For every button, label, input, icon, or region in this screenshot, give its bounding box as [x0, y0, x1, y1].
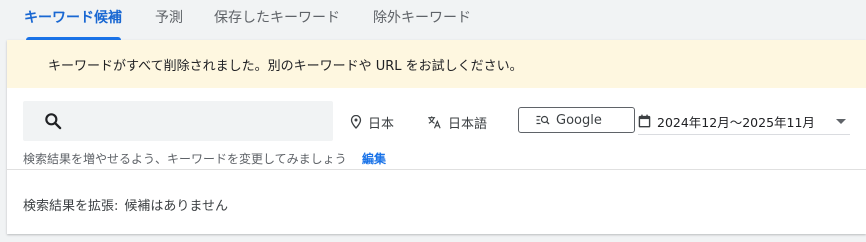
broaden-results-label: 検索結果を拡張:	[23, 199, 119, 214]
language-filter[interactable]: 日本語	[427, 112, 487, 132]
translate-icon	[428, 116, 441, 129]
broaden-results-row: 検索結果を拡張: 候補はありません	[23, 195, 228, 214]
tab-bar: キーワード候補 予測 保存したキーワード 除外キーワード	[0, 0, 866, 40]
location-label: 日本	[368, 116, 395, 132]
tab-saved-keywords[interactable]: 保存したキーワード	[214, 8, 340, 28]
keyword-planner-page: キーワード候補 予測 保存したキーワード 除外キーワード キーワードがすべて削除…	[0, 0, 866, 242]
tab-keyword-ideas[interactable]: キーワード候補	[24, 8, 122, 28]
location-pin-icon	[350, 115, 362, 129]
search-icon	[45, 113, 62, 130]
language-label: 日本語	[448, 116, 488, 132]
edit-link[interactable]: 編集	[362, 150, 386, 167]
search-network-icon	[536, 115, 550, 125]
broaden-results-value: 候補はありません	[124, 199, 229, 214]
calendar-icon	[638, 114, 651, 128]
banner-message: キーワードがすべて削除されました。別のキーワードや URL をお試しください。	[48, 58, 523, 74]
keyword-ideas-panel: キーワードがすべて削除されました。別のキーワードや URL をお試しください。 …	[7, 40, 866, 234]
location-filter[interactable]: 日本	[350, 112, 394, 132]
search-network-label: Google	[556, 112, 602, 128]
date-range-dropdown[interactable]: 2024年12月～2025年11月	[638, 108, 850, 135]
hint-text: 検索結果を増やせるよう、キーワードを変更してみましょう	[23, 152, 347, 166]
tab-forecast[interactable]: 予測	[155, 8, 183, 28]
date-range-label: 2024年12月～2025年11月	[657, 114, 815, 130]
keyword-search-input[interactable]	[23, 101, 333, 141]
search-network-button[interactable]: Google	[518, 107, 635, 133]
tab-negative-keywords[interactable]: 除外キーワード	[373, 8, 471, 28]
chevron-down-icon	[836, 119, 846, 124]
divider	[7, 169, 866, 170]
info-banner: キーワードがすべて削除されました。別のキーワードや URL をお試しください。	[7, 40, 866, 88]
